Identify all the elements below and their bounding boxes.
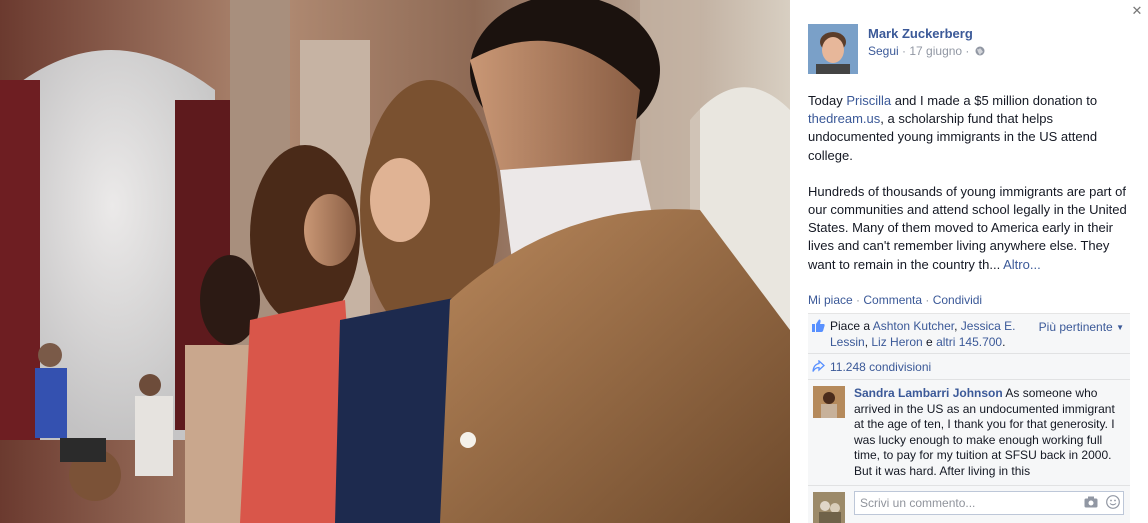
comment-button[interactable]: Commenta: [863, 293, 922, 307]
post-message: Today Priscilla and I made a $5 million …: [808, 92, 1130, 292]
liker-ashton-kutcher[interactable]: Ashton Kutcher: [873, 319, 954, 333]
emoji-icon[interactable]: [1106, 495, 1120, 509]
camera-icon[interactable]: [1084, 496, 1098, 508]
post-actions: Mi piace · Commenta · Condividi: [808, 293, 982, 307]
globe-icon[interactable]: [975, 46, 985, 56]
post-header: Mark Zuckerberg Segui · 17 giugno ·: [808, 24, 1128, 76]
action-separator: ·: [922, 293, 933, 307]
post-text: Hundreds of thousands of young immigrant…: [808, 183, 1127, 272]
meta-separator: ·: [898, 44, 910, 58]
follow-button[interactable]: Segui: [868, 44, 899, 58]
close-icon[interactable]: ✕: [1130, 4, 1144, 18]
like-button[interactable]: Mi piace: [808, 293, 853, 307]
likes-prefix: Piace a: [830, 319, 873, 333]
post-date[interactable]: 17 giugno: [909, 44, 962, 58]
feedback-section: Piace a Ashton Kutcher, Jessica E. Lessi…: [808, 313, 1130, 523]
sort-comments-dropdown[interactable]: Più pertinente ▼: [1039, 320, 1124, 334]
meta-separator: ·: [962, 44, 973, 58]
comment-composer: [808, 485, 1130, 523]
author-name[interactable]: Mark Zuckerberg: [868, 26, 985, 41]
share-button[interactable]: Condividi: [933, 293, 982, 307]
likes-end: .: [1002, 334, 1006, 349]
current-user-avatar: [813, 492, 845, 523]
post-meta: Segui · 17 giugno ·: [868, 44, 985, 58]
post-text: Today: [808, 93, 847, 108]
action-separator: ·: [852, 293, 864, 307]
likes-and: e: [922, 334, 937, 349]
shares-count[interactable]: 11.248 condivisioni: [830, 360, 931, 374]
likers-others-link[interactable]: altri 145.700: [936, 335, 1002, 349]
comment-item: Sandra Lambarri Johnson As someone who a…: [808, 380, 1130, 484]
photo-image: [0, 0, 790, 523]
share-icon: [812, 360, 825, 372]
thumbs-up-icon: [812, 319, 825, 332]
see-more-link[interactable]: Altro...: [1003, 257, 1041, 272]
commenter-name[interactable]: Sandra Lambarri Johnson: [854, 386, 1003, 400]
shares-summary: 11.248 condivisioni: [808, 354, 1130, 380]
caret-down-icon: ▼: [1116, 323, 1124, 332]
commenter-avatar[interactable]: [813, 386, 845, 418]
likes-comma: ,: [954, 319, 961, 333]
link-thedream[interactable]: thedream.us: [808, 111, 880, 126]
likes-summary: Piace a Ashton Kutcher, Jessica E. Lessi…: [808, 314, 1130, 354]
sort-label: Più pertinente: [1038, 320, 1113, 334]
post-panel: ✕ Mark Zuckerberg Segui · 17 giugno · To…: [790, 0, 1148, 523]
mention-priscilla[interactable]: Priscilla: [846, 93, 891, 108]
author-avatar[interactable]: [808, 24, 858, 74]
post-photo[interactable]: [0, 0, 790, 523]
liker-liz-heron[interactable]: Liz Heron: [871, 335, 922, 349]
post-text: and I made a $5 million donation to: [891, 93, 1098, 108]
